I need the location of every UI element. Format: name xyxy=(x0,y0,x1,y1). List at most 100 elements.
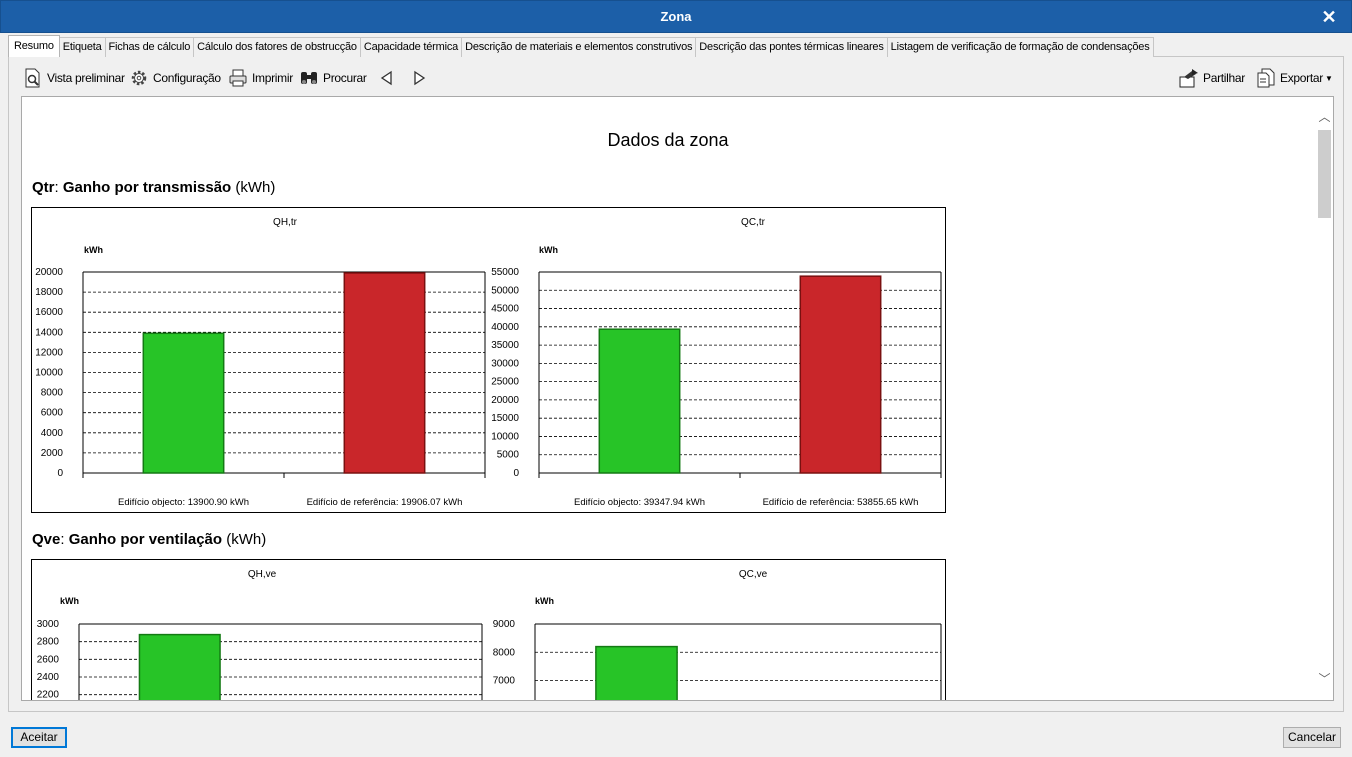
bar-data-label: Edifício de referência: 19906.07 kWh xyxy=(307,497,463,508)
y-tick-label: 35000 xyxy=(491,340,519,351)
y-tick-label: 50000 xyxy=(491,285,519,296)
section-label: Ganho por ventilação xyxy=(68,531,223,548)
y-tick-label: 12000 xyxy=(35,347,63,358)
share-button[interactable]: Partilhar xyxy=(1178,64,1245,92)
preview-button[interactable]: Vista preliminar xyxy=(22,64,125,92)
y-tick-label: 16000 xyxy=(35,307,63,318)
y-tick-label: 30000 xyxy=(491,358,519,369)
next-button[interactable] xyxy=(408,64,433,92)
chart-qtr: QH,tr kWh 0 2000 4000 6000 8000 10000 12000 14000… xyxy=(35,217,942,508)
chevron-down-icon: ▼ xyxy=(1324,73,1333,83)
tab-fichas-de-calculo[interactable]: Fichas de cálculo xyxy=(104,37,195,57)
export-label: Exportar xyxy=(1280,71,1323,85)
y-tick-label: 14000 xyxy=(35,327,63,338)
preview-icon xyxy=(22,67,44,89)
y-tick-label: 18000 xyxy=(35,287,63,298)
section-title-qve: Qve: Ganho por ventilação (kWh) xyxy=(32,531,267,548)
print-label: Imprimir xyxy=(252,71,293,85)
tab-etiqueta[interactable]: Etiqueta xyxy=(58,37,106,57)
y-tick-label: 2600 xyxy=(37,654,60,665)
export-button[interactable]: Exportar ▼ xyxy=(1255,64,1333,92)
page-title: Dados da zona xyxy=(607,130,729,150)
export-document-icon xyxy=(1255,67,1277,89)
y-axis-unit: kWh xyxy=(84,245,103,255)
chart-qve: QH,ve kWh 2200 2400 2600 2800 3000 QC,ve kWh 7000… xyxy=(37,569,942,701)
y-tick-label: 15000 xyxy=(491,413,519,424)
y-tick-label: 0 xyxy=(57,468,63,479)
search-button[interactable]: Procurar xyxy=(298,64,367,92)
share-icon xyxy=(1178,67,1200,89)
y-tick-label: 7000 xyxy=(493,676,516,687)
y-tick-label: 45000 xyxy=(491,304,519,315)
scroll-up-icon[interactable]: ︿ xyxy=(1316,109,1333,126)
y-tick-label: 8000 xyxy=(493,647,516,658)
y-tick-label: 55000 xyxy=(491,267,519,278)
chart-title: QH,ve xyxy=(248,569,277,580)
bar xyxy=(138,633,221,700)
prev-button[interactable] xyxy=(376,64,401,92)
report-toolbar: Vista preliminar Configuração Imprimir P… xyxy=(14,64,1338,92)
window-titlebar: Zona ✕ xyxy=(0,0,1352,33)
y-tick-label: 3000 xyxy=(37,619,60,630)
triangle-left-icon xyxy=(376,67,398,89)
section-label: Ganho por transmissão xyxy=(62,179,232,196)
cancel-button[interactable]: Cancelar xyxy=(1283,727,1341,748)
y-tick-label: 20000 xyxy=(491,395,519,406)
section-code: Qve xyxy=(32,531,61,548)
y-tick-label: 2000 xyxy=(41,448,64,459)
chart-title: QH,tr xyxy=(273,217,298,228)
tab-capacidade-termica[interactable]: Capacidade térmica xyxy=(359,37,463,57)
accept-button[interactable]: Aceitar xyxy=(11,727,67,748)
section-unit: (kWh) xyxy=(226,531,267,548)
tab-condensacoes[interactable]: Listagem de verificação de formação de c… xyxy=(886,37,1154,57)
bar xyxy=(595,645,678,700)
y-axis-unit: kWh xyxy=(60,596,79,606)
y-tick-label: 5000 xyxy=(497,450,520,461)
chart-box-qtr: QH,tr kWh 0 2000 4000 6000 8000 10000 12000 14000… xyxy=(31,207,946,513)
chart-box-qve: QH,ve kWh 2200 2400 2600 2800 3000 QC,ve kWh 7000… xyxy=(31,559,946,701)
y-tick-label: 4000 xyxy=(41,428,64,439)
tab-pontes-termicas[interactable]: Descrição das pontes térmicas lineares xyxy=(695,37,888,57)
tab-fatores-obstruccao[interactable]: Cálculo dos fatores de obstrucção xyxy=(193,37,361,57)
config-button[interactable]: Configuração xyxy=(128,64,221,92)
y-axis-unit: kWh xyxy=(535,596,554,606)
y-tick-label: 6000 xyxy=(41,408,64,419)
bar-data-label: Edifício de referência: 53855.65 kWh xyxy=(763,497,919,508)
triangle-right-icon xyxy=(408,67,430,89)
window-title: Zona xyxy=(660,9,692,24)
y-tick-label: 25000 xyxy=(491,377,519,388)
scroll-thumb[interactable] xyxy=(1318,130,1331,218)
scroll-down-icon[interactable]: ﹀ xyxy=(1316,671,1333,688)
y-tick-label: 2800 xyxy=(37,637,60,648)
bar xyxy=(142,332,225,474)
y-tick-label: 9000 xyxy=(493,619,516,630)
y-tick-label: 10000 xyxy=(491,431,519,442)
config-label: Configuração xyxy=(153,71,221,85)
tab-materiais[interactable]: Descrição de materiais e elementos const… xyxy=(461,37,697,57)
report-viewer[interactable]: Dados da zona Qtr: Ganho por transmissão… xyxy=(21,96,1334,701)
close-icon[interactable]: ✕ xyxy=(1317,5,1341,29)
preview-label: Vista preliminar xyxy=(47,71,125,85)
bar-data-label: Edifício objecto: 13900.90 kWh xyxy=(118,497,249,508)
section-title-qtr: Qtr: Ganho por transmissão (kWh) xyxy=(32,179,276,196)
vertical-scrollbar[interactable]: ︿ ﹀ xyxy=(1316,97,1333,700)
y-tick-label: 10000 xyxy=(35,368,63,379)
print-button[interactable]: Imprimir xyxy=(227,64,293,92)
chart-title: QC,ve xyxy=(739,569,768,580)
y-tick-label: 40000 xyxy=(491,322,519,333)
section-code: Qtr xyxy=(32,179,55,196)
bar xyxy=(799,275,882,474)
search-label: Procurar xyxy=(323,71,367,85)
y-tick-label: 2400 xyxy=(37,672,60,683)
y-tick-label: 2200 xyxy=(37,690,60,701)
bar-data-label: Edifício objecto: 39347.94 kWh xyxy=(574,497,705,508)
y-tick-label: 20000 xyxy=(35,267,63,278)
gear-icon xyxy=(128,67,150,89)
y-axis-unit: kWh xyxy=(539,245,558,255)
binoculars-icon xyxy=(298,67,320,89)
bar xyxy=(343,272,426,474)
section-unit: (kWh) xyxy=(235,179,276,196)
y-tick-label: 0 xyxy=(513,468,519,479)
share-label: Partilhar xyxy=(1203,71,1245,85)
tab-resumo[interactable]: Resumo xyxy=(8,35,60,57)
